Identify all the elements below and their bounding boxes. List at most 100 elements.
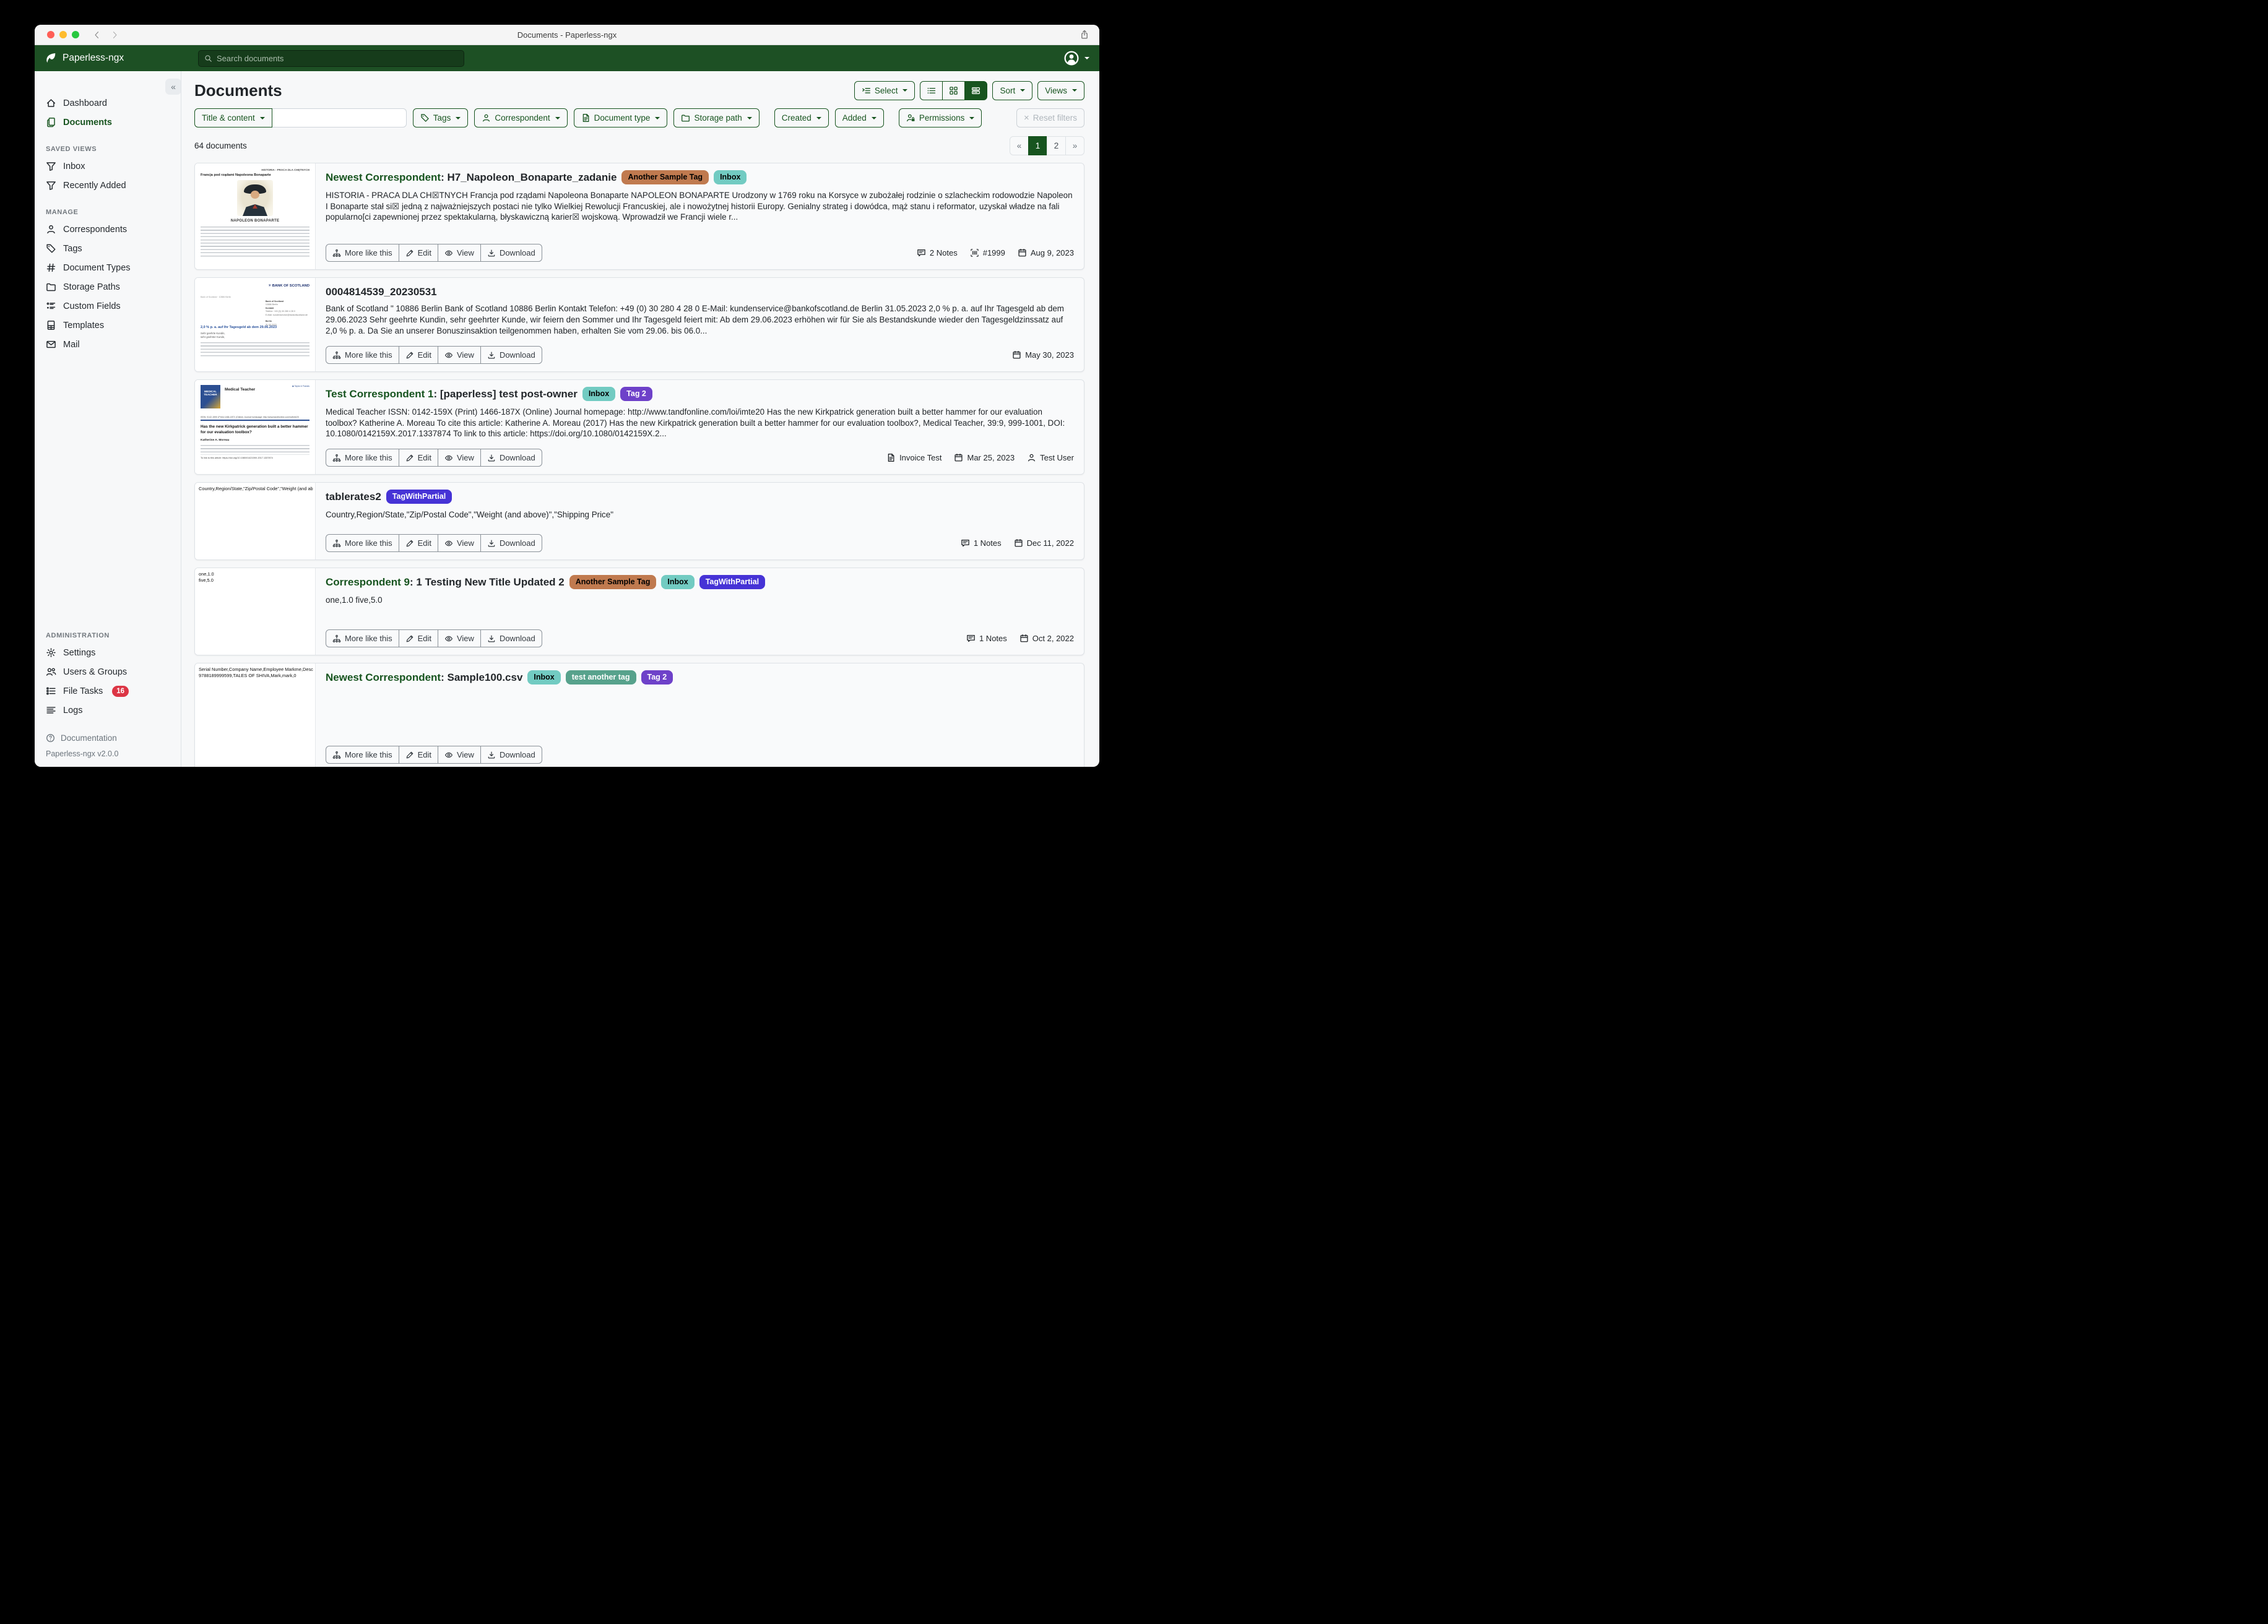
app-brand[interactable]: Paperless-ngx	[45, 52, 124, 64]
more-like-this-button[interactable]: More like this	[326, 534, 399, 552]
pagination-last-button[interactable]: »	[1065, 136, 1084, 155]
document-title-link[interactable]: : 1 Testing New Title Updated 2	[410, 576, 565, 588]
view-button[interactable]: View	[438, 346, 481, 364]
document-thumbnail[interactable]: HISTORIA - PRACA DLA CHĘTNYCHFrancja pod…	[195, 163, 316, 269]
sidebar-item-tags[interactable]: Tags	[35, 239, 181, 258]
sidebar-item-mail[interactable]: Mail	[35, 335, 181, 354]
global-search[interactable]	[198, 50, 464, 67]
view-list-button[interactable]	[920, 81, 943, 100]
view-button[interactable]: View	[438, 449, 481, 467]
view-details-button[interactable]	[964, 81, 987, 100]
tag-pill[interactable]: Another Sample Tag	[569, 575, 657, 589]
download-button[interactable]: Download	[480, 534, 542, 552]
sidebar-item-correspondents[interactable]: Correspondents	[35, 220, 181, 239]
sidebar-collapse-button[interactable]: «	[165, 79, 181, 95]
sidebar-item-document-types[interactable]: Document Types	[35, 258, 181, 277]
download-button[interactable]: Download	[480, 449, 542, 467]
sidebar-item-templates[interactable]: Templates	[35, 316, 181, 335]
pagination-page-2[interactable]: 2	[1047, 136, 1066, 155]
filter-document-type-button[interactable]: Document type	[574, 108, 668, 127]
edit-button[interactable]: Edit	[399, 346, 438, 364]
calendar-icon	[1014, 538, 1023, 548]
document-title-link[interactable]: : H7_Napoleon_Bonaparte_zadanie	[441, 171, 617, 183]
pagination-first-button[interactable]: «	[1010, 136, 1029, 155]
views-button[interactable]: Views	[1037, 81, 1084, 100]
sidebar-item-storage-paths[interactable]: Storage Paths	[35, 277, 181, 296]
sort-button[interactable]: Sort	[992, 81, 1032, 100]
document-correspondent-link[interactable]: Newest Correspondent	[326, 672, 441, 683]
sidebar-item-inbox[interactable]: Inbox	[35, 157, 181, 176]
document-title-link[interactable]: : Sample100.csv	[441, 672, 522, 683]
more-like-this-button[interactable]: More like this	[326, 629, 399, 647]
more-like-this-button[interactable]: More like this	[326, 346, 399, 364]
filter-storage-path-button[interactable]: Storage path	[673, 108, 759, 127]
sidebar-item-logs[interactable]: Logs	[35, 701, 181, 720]
download-button[interactable]: Download	[480, 629, 542, 647]
text-filter-mode-button[interactable]: Title & content	[194, 108, 272, 127]
tag-pill[interactable]: Inbox	[661, 575, 694, 589]
edit-button[interactable]: Edit	[399, 449, 438, 467]
download-button[interactable]: Download	[480, 346, 542, 364]
tag-pill[interactable]: Inbox	[582, 387, 615, 401]
sidebar-item-recently-added[interactable]: Recently Added	[35, 176, 181, 195]
more-like-this-button[interactable]: More like this	[326, 449, 399, 467]
view-button[interactable]: View	[438, 244, 481, 262]
document-excerpt: Medical Teacher ISSN: 0142-159X (Print) …	[326, 407, 1074, 439]
tag-pill[interactable]: Another Sample Tag	[621, 170, 709, 184]
document-correspondent-link[interactable]: Newest Correspondent	[326, 171, 441, 183]
document-correspondent-link[interactable]: Test Correspondent 1	[326, 388, 433, 400]
download-button[interactable]: Download	[480, 244, 542, 262]
document-thumbnail[interactable]: MEDICAL TEACHERMedical Teacher◉ Taylor &…	[195, 380, 316, 474]
diagram-icon	[332, 249, 341, 257]
tag-pill[interactable]: Inbox	[527, 670, 560, 685]
edit-button[interactable]: Edit	[399, 244, 438, 262]
text-filter-input[interactable]	[272, 108, 407, 127]
document-thumbnail[interactable]: Country,Region/State,"Zip/Postal Code","…	[195, 483, 316, 559]
tag-pill[interactable]: TagWithPartial	[699, 575, 765, 589]
sidebar-item-documentation[interactable]: Documentation	[35, 728, 181, 747]
share-icon[interactable]	[1080, 30, 1089, 40]
more-like-this-button[interactable]: More like this	[326, 244, 399, 262]
view-button[interactable]: View	[438, 629, 481, 647]
edit-button[interactable]: Edit	[399, 746, 438, 764]
grid-view-icon	[949, 86, 958, 95]
filter-correspondent-button[interactable]: Correspondent	[474, 108, 567, 127]
document-thumbnail-page: ✳ BANK OF SCOTLANDBank of Scotland · 108…	[195, 278, 315, 371]
sidebar-item-file-tasks[interactable]: File Tasks16	[35, 681, 181, 701]
document-thumbnail[interactable]: one,1.0 five,5.0	[195, 568, 316, 655]
document-title-link[interactable]: 0004814539_20230531	[326, 286, 437, 298]
sidebar-item-settings[interactable]: Settings	[35, 643, 181, 662]
filter-created-button[interactable]: Created	[774, 108, 829, 127]
document-title-link[interactable]: : [paperless] test post-owner	[433, 388, 577, 400]
pagination-page-1[interactable]: 1	[1028, 136, 1047, 155]
sidebar-item-documents[interactable]: Documents	[35, 113, 181, 132]
document-thumbnail[interactable]: ✳ BANK OF SCOTLANDBank of Scotland · 108…	[195, 278, 316, 371]
reset-filters-button[interactable]: ×Reset filters	[1016, 108, 1084, 127]
tag-pill[interactable]: Tag 2	[620, 387, 652, 401]
tag-pill[interactable]: Inbox	[714, 170, 747, 184]
document-title: Correspondent 9: 1 Testing New Title Upd…	[326, 576, 1074, 590]
select-button[interactable]: Select	[854, 81, 915, 100]
filter-permissions-button[interactable]: Permissions	[899, 108, 982, 127]
sidebar-item-dashboard[interactable]: Dashboard	[35, 93, 181, 113]
user-menu[interactable]	[1063, 50, 1089, 66]
view-button[interactable]: View	[438, 534, 481, 552]
tag-pill[interactable]: TagWithPartial	[386, 490, 452, 504]
view-grid-button[interactable]	[942, 81, 965, 100]
document-correspondent-link[interactable]: Correspondent 9	[326, 576, 410, 588]
edit-button[interactable]: Edit	[399, 629, 438, 647]
view-button[interactable]: View	[438, 746, 481, 764]
edit-button[interactable]: Edit	[399, 534, 438, 552]
filter-tags-button[interactable]: Tags	[413, 108, 469, 127]
document-title-link[interactable]: tablerates2	[326, 491, 381, 503]
search-input[interactable]	[217, 54, 458, 63]
sidebar-item-users-groups[interactable]: Users & Groups	[35, 662, 181, 681]
document-card-body: tablerates2TagWithPartialCountry,Region/…	[316, 483, 1084, 559]
tag-pill[interactable]: test another tag	[566, 670, 636, 685]
filter-added-button[interactable]: Added	[835, 108, 884, 127]
more-like-this-button[interactable]: More like this	[326, 746, 399, 764]
document-thumbnail[interactable]: Serial Number,Company Name,Employee Mark…	[195, 663, 316, 767]
download-button[interactable]: Download	[480, 746, 542, 764]
sidebar-item-custom-fields[interactable]: Custom Fields	[35, 296, 181, 316]
tag-pill[interactable]: Tag 2	[641, 670, 673, 685]
